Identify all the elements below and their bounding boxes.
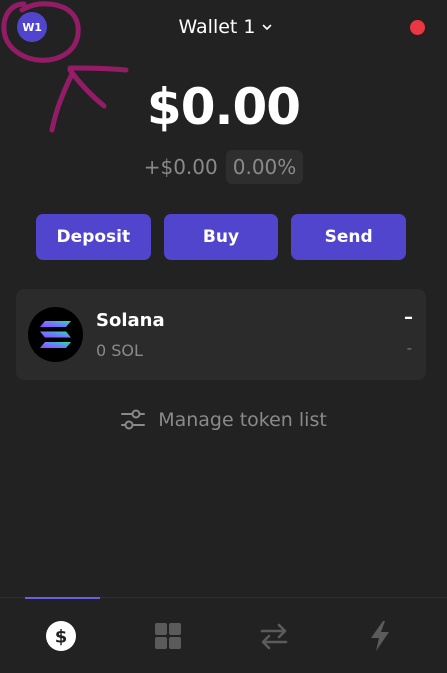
solana-logo-mark (40, 321, 71, 348)
token-amount: 0 SOL (96, 341, 143, 360)
sliders-icon (121, 409, 146, 430)
swap-arrows-icon (260, 623, 288, 650)
nav-tab-collectibles[interactable] (148, 616, 188, 656)
deposit-button[interactable]: Deposit (36, 214, 151, 260)
grid-icon (155, 623, 181, 649)
svg-text:$: $ (55, 627, 68, 648)
wallet-selector[interactable]: Wallet 1 (170, 12, 280, 42)
manage-token-list-button[interactable]: Manage token list (0, 408, 447, 432)
wallet-name: Wallet 1 (178, 16, 256, 38)
header: W1 Wallet 1 (0, 0, 447, 56)
dollar-icon: $ (46, 621, 76, 651)
token-value: – (404, 307, 413, 328)
token-name: Solana (96, 310, 165, 331)
active-tab-indicator (25, 597, 100, 599)
nav-tab-tokens[interactable]: $ (41, 616, 81, 656)
total-balance: $0.00 (146, 78, 301, 136)
manage-token-list-label: Manage token list (158, 409, 327, 431)
lightning-icon (371, 621, 389, 651)
send-button[interactable]: Send (291, 214, 407, 260)
buy-button[interactable]: Buy (163, 214, 279, 260)
nav-tab-swap[interactable] (254, 616, 294, 656)
action-buttons: Deposit Buy Send (36, 214, 407, 260)
token-row-solana[interactable]: Solana 0 SOL – - (16, 289, 426, 380)
connection-status-dot[interactable] (410, 20, 425, 35)
balance-change-amount: +$0.00 (143, 155, 218, 179)
nav-tab-activity[interactable] (360, 616, 400, 656)
chevron-down-icon (262, 24, 271, 30)
solana-logo-icon (28, 307, 83, 362)
bottom-nav: $ (0, 597, 447, 673)
avatar-initials: W1 (22, 20, 42, 34)
balance-change-percent: 0.00% (225, 150, 304, 184)
balance-change-row: +$0.00 0.00% (0, 150, 447, 184)
token-change: - (406, 339, 412, 357)
wallet-app: W1 Wallet 1 $0.00 +$0.00 0.00% Deposit B… (0, 0, 447, 673)
wallet-avatar[interactable]: W1 (17, 12, 47, 42)
